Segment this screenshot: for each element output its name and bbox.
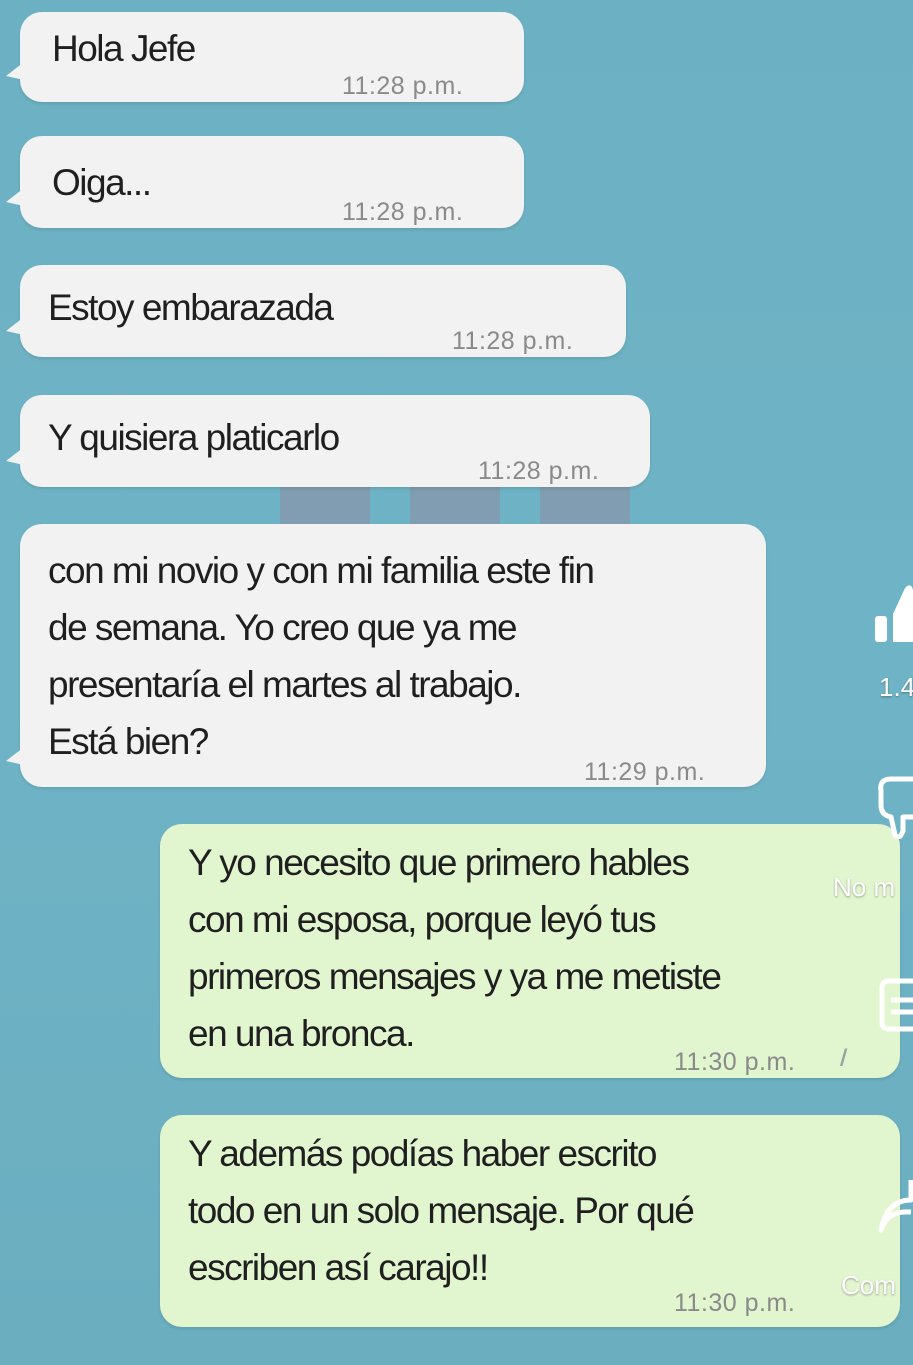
message-text: con mi novio y con mi familia este fin d… (48, 550, 595, 762)
message-bubble-outgoing[interactable]: Y yo necesito que primero hables con mi … (160, 824, 900, 1078)
message-bubble-incoming[interactable]: Estoy embarazada 11:28 p.m. (6, 265, 626, 357)
comments-count (903, 1072, 913, 1096)
share-icon[interactable] (877, 1170, 913, 1240)
like-count: 1.4 (879, 672, 913, 702)
message-text: Y quisiera platicarlo (48, 417, 340, 458)
bubble-tail (6, 447, 24, 465)
message-text: Y yo necesito que primero hables con mi … (188, 842, 722, 1054)
message-bubble-incoming[interactable]: Y quisiera platicarlo 11:28 p.m. (6, 395, 650, 487)
message-timestamp: 11:29 p.m. (584, 758, 706, 786)
dislike-label: No m (833, 872, 896, 902)
message-text: Hola Jefe (52, 28, 196, 69)
comments-label: Com (841, 1270, 896, 1300)
message-bubble-outgoing[interactable]: Y además podías haber escrito todo en un… (160, 1115, 900, 1327)
bubble-tail (6, 317, 24, 335)
message-text: Estoy embarazada (48, 287, 334, 328)
message-text: Y además podías haber escrito todo en un… (188, 1133, 695, 1288)
message-timestamp: 11:30 p.m. (674, 1048, 796, 1076)
thumbs-up-icon[interactable] (873, 580, 913, 644)
message-bubble-incoming[interactable]: Hola Jefe 11:28 p.m. (6, 12, 524, 102)
video-action-rail: 1.4 No m Com (823, 560, 913, 1320)
bubble-tail (6, 747, 24, 765)
thumbs-down-icon[interactable] (877, 775, 913, 839)
bubble-tail (6, 62, 24, 80)
message-bubble-incoming[interactable]: Oiga... 11:28 p.m. (6, 136, 524, 228)
message-bubble-incoming[interactable]: con mi novio y con mi familia este fin d… (6, 524, 766, 787)
message-timestamp: 11:28 p.m. (478, 457, 600, 485)
comments-icon[interactable] (879, 978, 913, 1038)
message-timestamp: 11:28 p.m. (452, 327, 574, 355)
message-timestamp: 11:30 p.m. (674, 1289, 796, 1317)
bubble-tail (6, 188, 24, 206)
message-timestamp: 11:28 p.m. (342, 72, 464, 100)
message-timestamp: 11:28 p.m. (342, 198, 464, 226)
message-text: Oiga... (52, 162, 152, 203)
